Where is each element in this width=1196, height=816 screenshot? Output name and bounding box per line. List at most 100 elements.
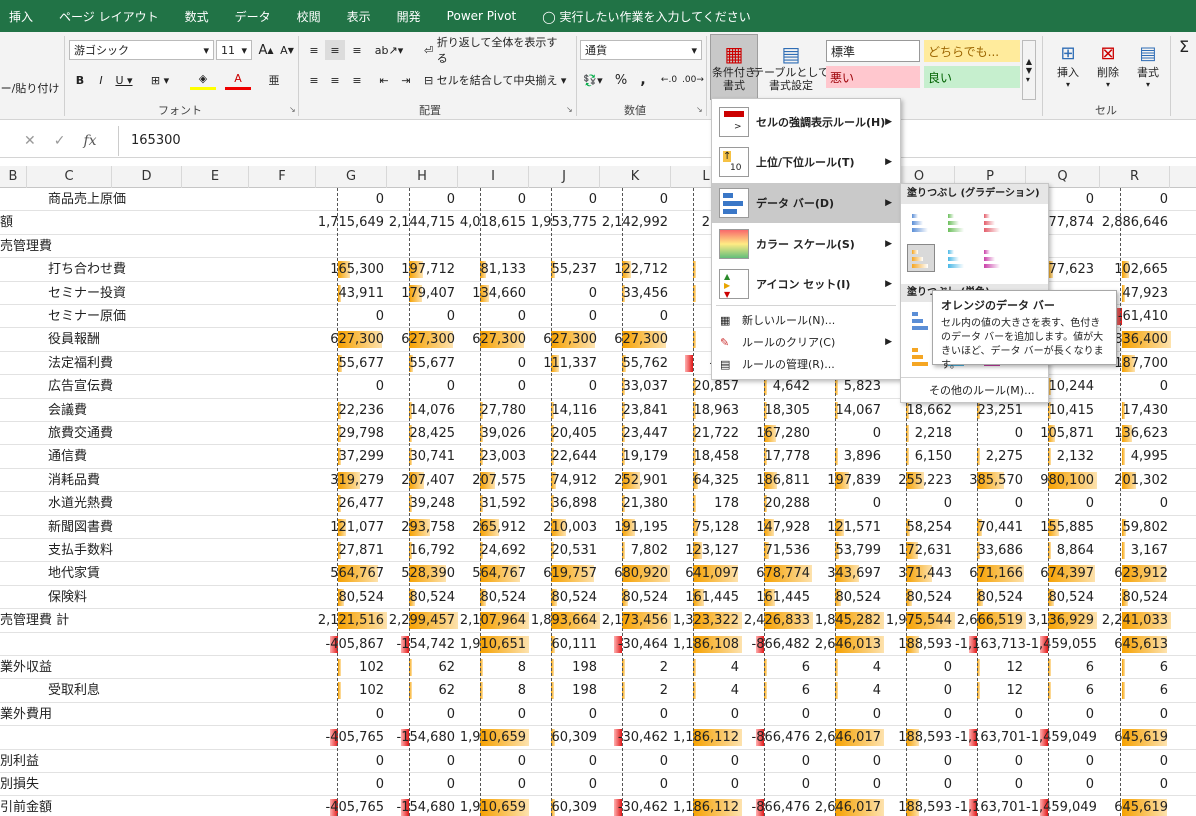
value-cell[interactable]: 0 bbox=[458, 352, 529, 375]
value-cell[interactable]: 60,309 bbox=[529, 796, 600, 816]
value-cell[interactable]: 0 bbox=[387, 375, 458, 398]
value-cell[interactable]: 980,100 bbox=[1026, 469, 1097, 492]
value-cell[interactable]: 2,646,017 bbox=[813, 726, 884, 749]
bold-icon[interactable]: B bbox=[71, 70, 89, 90]
account-name[interactable]: 役員報酬 bbox=[48, 328, 100, 351]
value-cell[interactable]: 2,666,519 bbox=[955, 609, 1026, 632]
data-bar-option[interactable] bbox=[907, 342, 935, 370]
value-cell[interactable]: 0 bbox=[529, 750, 600, 773]
value-cell[interactable]: 31,592 bbox=[458, 492, 529, 515]
increase-font-icon[interactable]: A ▲ bbox=[256, 40, 276, 60]
value-cell[interactable]: 136,623 bbox=[1100, 422, 1171, 445]
value-cell[interactable]: -154,680 bbox=[387, 726, 458, 749]
value-cell[interactable]: 105,871 bbox=[1026, 422, 1097, 445]
value-cell[interactable]: 1,186,112 bbox=[671, 726, 742, 749]
value-cell[interactable]: -30,462 bbox=[600, 796, 671, 816]
value-cell[interactable]: 343,697 bbox=[813, 562, 884, 585]
value-cell[interactable]: 2,646,013 bbox=[813, 633, 884, 656]
value-cell[interactable]: 210,003 bbox=[529, 516, 600, 539]
value-cell[interactable]: 198 bbox=[529, 656, 600, 679]
value-cell[interactable]: 2,132 bbox=[1026, 445, 1097, 468]
style-normal[interactable]: 標準 bbox=[826, 40, 920, 62]
phonetic-icon[interactable]: 亜 bbox=[262, 70, 286, 90]
value-cell[interactable]: 0 bbox=[529, 773, 600, 796]
value-cell[interactable]: 1,910,659 bbox=[458, 796, 529, 816]
orientation-icon[interactable]: ab↗▾ bbox=[374, 40, 404, 60]
value-cell[interactable]: 0 bbox=[813, 422, 884, 445]
format-cells-button[interactable]: ▤ 書式 ▾ bbox=[1130, 36, 1166, 96]
value-cell[interactable]: 2,173,456 bbox=[600, 609, 671, 632]
data-bar-option[interactable] bbox=[907, 306, 935, 334]
decrease-font-icon[interactable]: A ▼ bbox=[277, 40, 297, 60]
value-cell[interactable]: 102,665 bbox=[1100, 258, 1171, 281]
value-cell[interactable]: 80,524 bbox=[316, 586, 387, 609]
value-cell[interactable]: 564,767 bbox=[316, 562, 387, 585]
account-name[interactable]: 新聞図書費 bbox=[48, 516, 113, 539]
value-cell[interactable]: 0 bbox=[742, 773, 813, 796]
value-cell[interactable]: 16,792 bbox=[387, 539, 458, 562]
value-cell[interactable]: 1,323,322 bbox=[671, 609, 742, 632]
paste-button[interactable]: ー/貼り付け bbox=[0, 80, 60, 96]
value-cell[interactable]: 178 bbox=[671, 492, 742, 515]
wrap-text-button[interactable]: ⏎ 折り返して全体を表示する bbox=[424, 36, 566, 65]
value-cell[interactable]: 121,077 bbox=[316, 516, 387, 539]
value-cell[interactable]: 2,426,833 bbox=[742, 609, 813, 632]
value-cell[interactable]: 0 bbox=[1100, 492, 1171, 515]
style-good[interactable]: 良い bbox=[924, 66, 1020, 88]
value-cell[interactable]: -154,680 bbox=[387, 796, 458, 816]
value-cell[interactable]: -1,163,701 bbox=[955, 726, 1026, 749]
data-bar-option[interactable] bbox=[907, 208, 935, 236]
value-cell[interactable]: 674,397 bbox=[1026, 562, 1097, 585]
value-cell[interactable]: 0 bbox=[813, 703, 884, 726]
value-cell[interactable]: 155,885 bbox=[1026, 516, 1097, 539]
row-label[interactable]: 売管理費 bbox=[0, 235, 52, 258]
value-cell[interactable]: 0 bbox=[387, 305, 458, 328]
value-cell[interactable]: 33,037 bbox=[600, 375, 671, 398]
merge-center-button[interactable]: ⊟ セルを結合して中央揃え ▾ bbox=[424, 70, 572, 90]
tab-formulas[interactable]: 数式 bbox=[172, 8, 222, 25]
value-cell[interactable]: 55,677 bbox=[387, 352, 458, 375]
align-middle-icon[interactable]: ≡ bbox=[325, 40, 345, 60]
column-header-g[interactable]: G bbox=[316, 166, 387, 188]
value-cell[interactable]: 0 bbox=[529, 188, 600, 211]
value-cell[interactable]: 0 bbox=[458, 773, 529, 796]
value-cell[interactable]: 1,715,649 bbox=[316, 211, 387, 234]
value-cell[interactable]: 627,300 bbox=[387, 328, 458, 351]
value-cell[interactable]: 20,288 bbox=[742, 492, 813, 515]
value-cell[interactable]: 102 bbox=[316, 679, 387, 702]
value-cell[interactable]: 0 bbox=[955, 492, 1026, 515]
value-cell[interactable]: 179,407 bbox=[387, 282, 458, 305]
value-cell[interactable]: 37,299 bbox=[316, 445, 387, 468]
row-label[interactable]: 別損失 bbox=[0, 773, 39, 796]
comma-button[interactable]: , bbox=[634, 70, 652, 90]
menu-icon-sets[interactable]: ▲ ▶ ▼ アイコン セット(I) ▶ bbox=[712, 265, 900, 303]
value-cell[interactable]: -1,459,049 bbox=[1026, 726, 1097, 749]
value-cell[interactable]: 0 bbox=[529, 375, 600, 398]
value-cell[interactable]: 64,325 bbox=[671, 469, 742, 492]
account-name[interactable]: セミナー投資 bbox=[48, 282, 126, 305]
value-cell[interactable]: 22,236 bbox=[316, 399, 387, 422]
fill-color-icon[interactable]: ◈ bbox=[190, 70, 216, 90]
value-cell[interactable]: 0 bbox=[884, 679, 955, 702]
value-cell[interactable]: 12 bbox=[955, 679, 1026, 702]
value-cell[interactable]: 0 bbox=[671, 750, 742, 773]
data-bar-option[interactable] bbox=[943, 244, 971, 272]
value-cell[interactable]: 2,142,992 bbox=[600, 211, 671, 234]
value-cell[interactable]: 1,910,651 bbox=[458, 633, 529, 656]
value-cell[interactable]: 0 bbox=[1026, 773, 1097, 796]
value-cell[interactable]: 121,571 bbox=[813, 516, 884, 539]
value-cell[interactable]: 0 bbox=[316, 188, 387, 211]
cancel-icon[interactable]: ✕ bbox=[24, 133, 36, 149]
indent-decrease-icon[interactable]: ⇤ bbox=[374, 70, 394, 90]
data-bar-option[interactable] bbox=[979, 244, 1007, 272]
value-cell[interactable]: 0 bbox=[671, 773, 742, 796]
value-cell[interactable]: 17,430 bbox=[1100, 399, 1171, 422]
value-cell[interactable]: 0 bbox=[316, 703, 387, 726]
account-name[interactable]: 消耗品費 bbox=[48, 469, 100, 492]
value-cell[interactable]: 80,524 bbox=[955, 586, 1026, 609]
value-cell[interactable]: 4 bbox=[671, 679, 742, 702]
value-cell[interactable]: 6 bbox=[1026, 656, 1097, 679]
value-cell[interactable]: 627,300 bbox=[600, 328, 671, 351]
value-cell[interactable]: 0 bbox=[1100, 188, 1171, 211]
value-cell[interactable]: 60,309 bbox=[529, 726, 600, 749]
